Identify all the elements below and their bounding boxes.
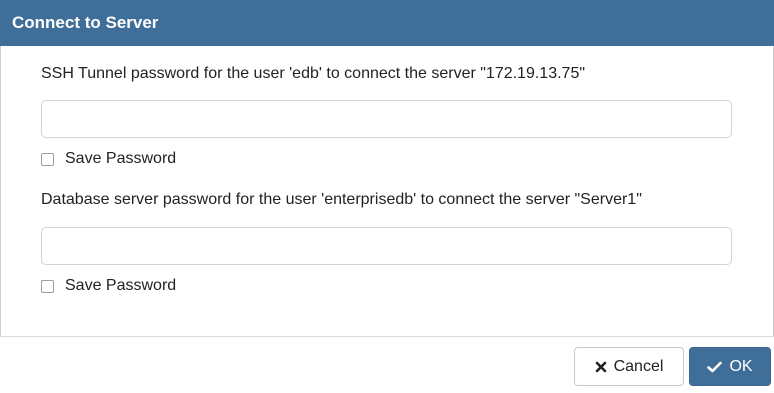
dialog-footer: Cancel OK [0, 336, 774, 393]
ssh-password-prompt: SSH Tunnel password for the user 'edb' t… [41, 65, 586, 82]
dialog-body: SSH Tunnel password for the user 'edb' t… [0, 46, 774, 336]
ok-button-label: OK [729, 357, 753, 375]
close-icon [595, 361, 607, 373]
dialog-titlebar[interactable]: Connect to Server [0, 0, 774, 46]
check-icon [707, 361, 723, 373]
ok-button[interactable]: OK [689, 347, 771, 386]
db-save-password-label[interactable]: Save Password [65, 277, 176, 295]
ssh-password-input[interactable] [41, 100, 732, 138]
ssh-save-password-checkbox[interactable] [41, 152, 54, 166]
db-save-password-checkbox[interactable] [41, 279, 54, 293]
db-password-input[interactable] [41, 227, 732, 265]
ssh-save-password-label[interactable]: Save Password [65, 150, 176, 168]
db-save-password-row[interactable]: Save Password [41, 277, 176, 295]
db-password-prompt: Database server password for the user 'e… [41, 191, 642, 208]
cancel-button-label: Cancel [613, 357, 664, 375]
connect-to-server-dialog: Connect to Server SSH Tunnel password fo… [0, 0, 774, 393]
cancel-button[interactable]: Cancel [574, 347, 684, 386]
dialog-title: Connect to Server [12, 13, 159, 32]
ssh-save-password-row[interactable]: Save Password [41, 150, 176, 168]
